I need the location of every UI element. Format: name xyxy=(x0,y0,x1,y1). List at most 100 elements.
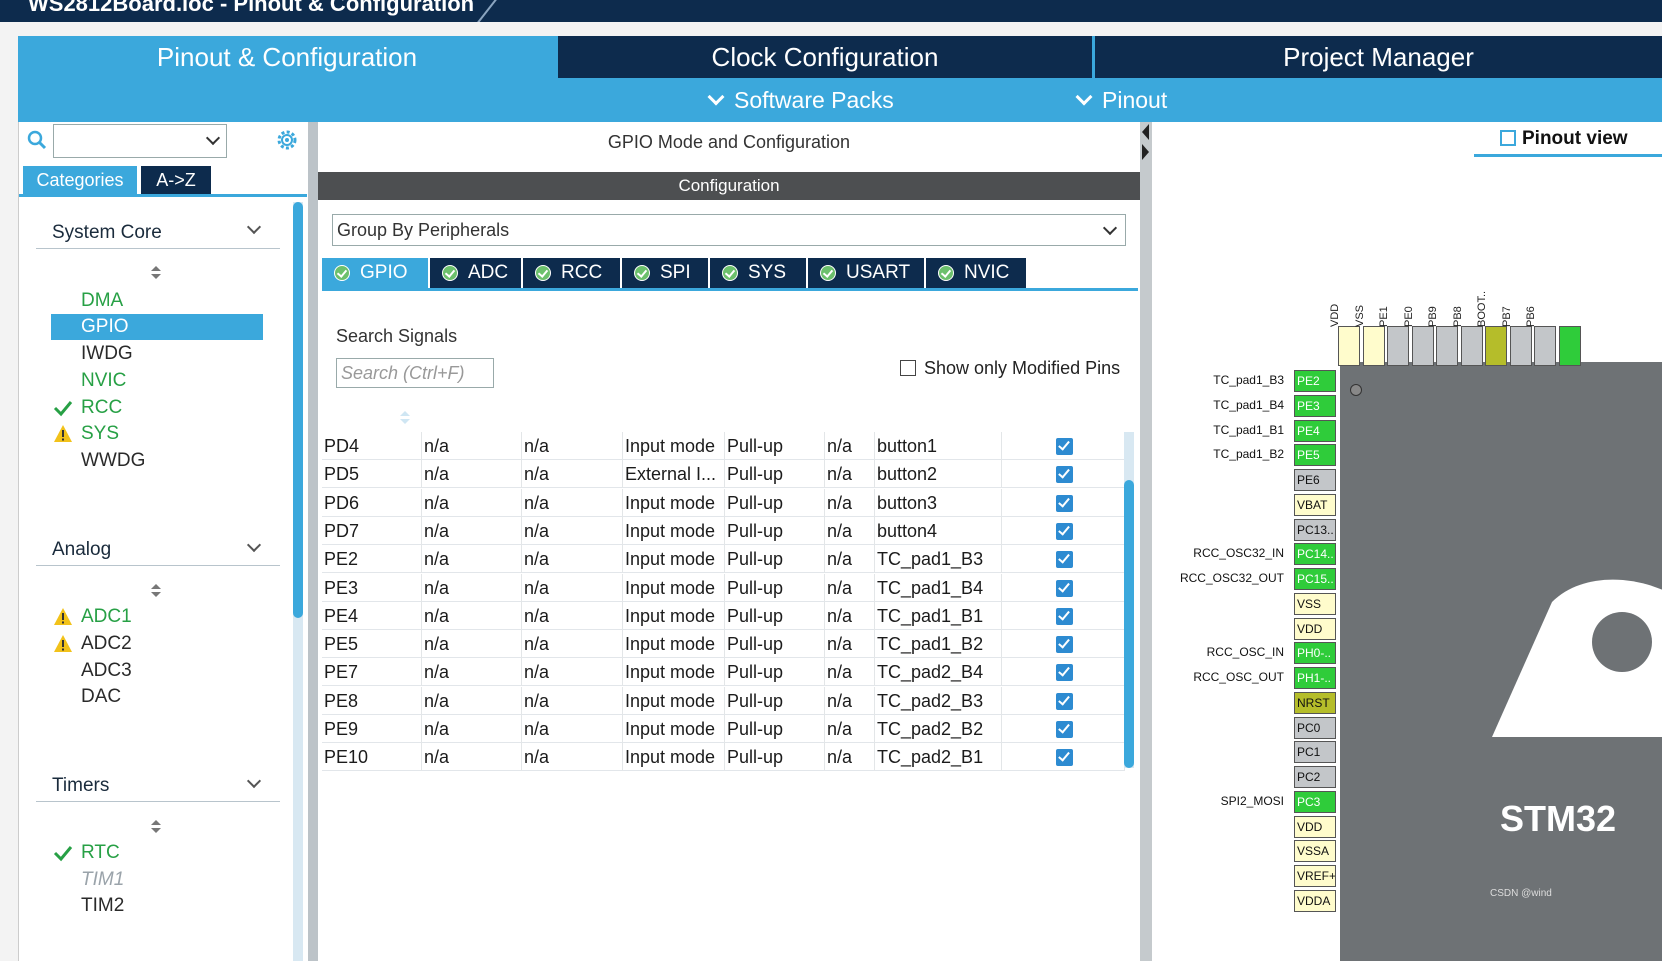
mcu-pin[interactable] xyxy=(1558,326,1581,366)
checkbox-checked-icon[interactable] xyxy=(1055,494,1073,512)
checkbox-checked-icon[interactable] xyxy=(1055,721,1073,738)
tab-nvic[interactable]: NVIC xyxy=(926,258,1026,288)
tab-pinout-configuration[interactable]: Pinout & Configuration xyxy=(18,36,556,78)
modified-checkbox[interactable] xyxy=(1002,658,1125,687)
col-signal[interactable]: Signal on... xyxy=(422,406,522,432)
checkbox-checked-icon[interactable] xyxy=(1055,692,1073,710)
category-search-input[interactable] xyxy=(53,124,227,158)
modified-checkbox[interactable] xyxy=(1002,715,1125,743)
modified-checkbox[interactable] xyxy=(1002,460,1125,489)
mcu-pin[interactable]: PC15.. xyxy=(1294,568,1336,590)
mcu-pin[interactable]: PE2 xyxy=(1294,370,1336,392)
category-item-gpio[interactable]: GPIO xyxy=(51,314,263,340)
tab-gpio[interactable]: GPIO xyxy=(322,258,428,288)
table-row[interactable]: PD4 n/a n/a Input mode Pull-up n/a button1 xyxy=(322,432,1125,460)
mcu-pin[interactable]: PC2 xyxy=(1294,766,1336,788)
category-item-tim2[interactable]: TIM2 xyxy=(51,893,263,919)
mcu-pin[interactable]: PC1 xyxy=(1294,741,1336,764)
category-item-wwdg[interactable]: WWDG xyxy=(51,448,263,474)
chevron-down-icon[interactable] xyxy=(246,537,262,553)
col-gpio-pull[interactable]: GPIO Pu... xyxy=(725,406,825,432)
tab-spi[interactable]: SPI xyxy=(622,258,708,288)
col-max-speed[interactable]: Ma... xyxy=(825,406,875,432)
search-signals-input[interactable]: Search (Ctrl+F) xyxy=(336,358,494,388)
category-item-tim1[interactable]: TIM1 xyxy=(51,867,263,893)
tab-pinout-view[interactable]: Pinout view xyxy=(1500,128,1628,150)
tab-rcc[interactable]: RCC xyxy=(523,258,620,288)
mcu-pin[interactable]: VDDA xyxy=(1294,889,1336,912)
sort-icon[interactable] xyxy=(151,584,161,598)
mcu-pin[interactable]: PC0 xyxy=(1294,716,1336,739)
mcu-pin[interactable]: PC14.. xyxy=(1294,543,1336,566)
table-row[interactable]: PE8 n/a n/a Input mode Pull-up n/a TC_pad2_B3 xyxy=(322,686,1125,715)
section-system-core[interactable]: System Core xyxy=(52,218,162,248)
panel-divider-collapse[interactable] xyxy=(1140,122,1152,961)
mcu-pin[interactable]: VSS xyxy=(1294,592,1336,615)
checkbox-checked-icon[interactable] xyxy=(1055,551,1073,569)
mcu-pin[interactable]: VSSA xyxy=(1294,840,1336,863)
checkbox-checked-icon[interactable] xyxy=(1055,466,1073,484)
group-by-select[interactable]: Group By Peripherals xyxy=(332,214,1126,246)
chevron-down-icon[interactable] xyxy=(205,130,221,146)
chevron-down-icon[interactable] xyxy=(246,219,262,235)
table-row[interactable]: PE4 n/a n/a Input mode Pull-up n/a TC_pad1_B1 xyxy=(322,601,1125,630)
mcu-pin[interactable]: PC3 xyxy=(1294,790,1336,813)
category-item-rtc[interactable]: RTC xyxy=(51,840,263,866)
table-row[interactable]: PE7 n/a n/a Input mode Pull-up n/a TC_pad2_B4 xyxy=(322,658,1125,687)
checkbox-checked-icon[interactable] xyxy=(1055,522,1073,540)
mcu-pin[interactable]: PE3 xyxy=(1294,394,1336,417)
chevron-down-icon[interactable] xyxy=(246,773,262,789)
mcu-pin[interactable]: PE6 xyxy=(1294,469,1336,491)
col-gpio-mode[interactable]: GPIO mo... xyxy=(623,406,725,432)
table-row[interactable]: PD5 n/a n/a External I... Pull-up n/a button2 xyxy=(322,460,1125,489)
sort-icon[interactable] xyxy=(400,411,410,425)
show-modified-toggle[interactable]: Show only Modified Pins xyxy=(900,358,1120,379)
mcu-pin[interactable]: VDD xyxy=(1294,617,1336,640)
category-scrollbar-thumb[interactable] xyxy=(293,202,303,618)
expand-right-icon[interactable] xyxy=(1142,144,1149,160)
checkbox[interactable] xyxy=(900,360,916,376)
tab-sys[interactable]: SYS xyxy=(710,258,806,288)
tab-adc[interactable]: ADC xyxy=(430,258,521,288)
table-row[interactable]: PD7 n/a n/a Input mode Pull-up n/a button4 xyxy=(322,516,1125,545)
mcu-pin[interactable]: VREF+ xyxy=(1294,865,1336,887)
mcu-pin[interactable]: NRST xyxy=(1294,691,1336,714)
modified-checkbox[interactable] xyxy=(1002,545,1125,574)
category-item-dma[interactable]: DMA xyxy=(51,288,263,314)
tab-usart[interactable]: USART xyxy=(808,258,924,288)
table-row[interactable]: PE9 n/a n/a Input mode Pull-up n/a TC_pad2_B2 xyxy=(322,715,1125,743)
checkbox-checked-icon[interactable] xyxy=(1055,438,1073,455)
section-timers[interactable]: Timers xyxy=(52,771,109,801)
modified-checkbox[interactable] xyxy=(1002,686,1125,715)
modified-checkbox[interactable] xyxy=(1002,488,1125,517)
category-item-adc1[interactable]: ADC1 xyxy=(51,604,263,630)
mcu-pin[interactable]: VBAT xyxy=(1294,493,1336,516)
sort-icon[interactable] xyxy=(151,266,161,280)
tab-a-to-z[interactable]: A->Z xyxy=(141,166,211,194)
checkbox-checked-icon[interactable] xyxy=(1055,664,1073,682)
mcu-pin[interactable]: VDD xyxy=(1294,815,1336,838)
checkbox-checked-icon[interactable] xyxy=(1055,607,1073,625)
category-item-dac[interactable]: DAC xyxy=(51,684,263,710)
mcu-pin[interactable]: PH0-.. xyxy=(1294,642,1336,665)
category-item-adc3[interactable]: ADC3 xyxy=(51,658,263,684)
table-row[interactable]: PE10 n/a n/a Input mode Pull-up n/a TC_pad2_B1 xyxy=(322,743,1125,772)
mcu-pin[interactable]: PH1-.. xyxy=(1294,667,1336,689)
sort-icon[interactable] xyxy=(151,820,161,834)
col-user-label[interactable]: User Label xyxy=(875,406,1002,432)
checkbox-checked-icon[interactable] xyxy=(1055,579,1073,597)
tab-project-manager[interactable]: Project Manager xyxy=(1095,36,1662,78)
collapse-left-icon[interactable] xyxy=(1142,124,1149,140)
modified-checkbox[interactable] xyxy=(1002,432,1125,460)
panel-divider[interactable] xyxy=(308,122,318,961)
category-item-sys[interactable]: SYS xyxy=(51,421,263,447)
table-row[interactable]: PE5 n/a n/a Input mode Pull-up n/a TC_pad1_B2 xyxy=(322,630,1125,659)
table-scrollbar-thumb[interactable] xyxy=(1124,480,1134,768)
category-item-iwdg[interactable]: IWDG xyxy=(51,341,263,367)
modified-checkbox[interactable] xyxy=(1002,743,1125,772)
mcu-pin[interactable]: PE5 xyxy=(1294,444,1336,467)
mcu-pin[interactable]: PE4 xyxy=(1294,419,1336,442)
col-modified[interactable]: Modified xyxy=(1002,406,1125,432)
mcu-pin[interactable]: PC13.. xyxy=(1294,518,1336,541)
tab-clock-configuration[interactable]: Clock Configuration xyxy=(558,36,1092,78)
